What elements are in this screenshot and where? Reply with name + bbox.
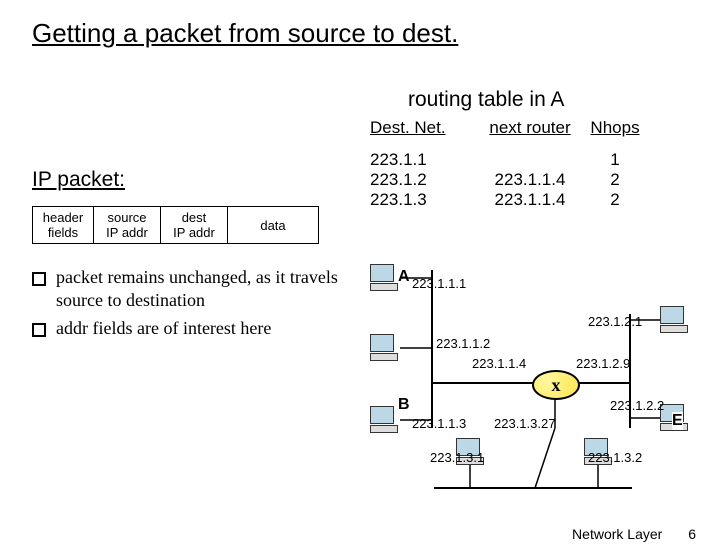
table-row: 223.1.2 223.1.1.4 2 [370,170,645,190]
routing-subtitle: routing table in A [408,88,564,112]
host-a-icon [370,264,400,292]
bullet-icon [32,272,46,286]
host-icon [370,406,400,434]
bullet-text: packet remains unchanged, as it travels … [56,266,352,311]
host-b-icon [370,334,400,362]
list-item: packet remains unchanged, as it travels … [32,266,352,311]
pkt-src-bot: IP addr [99,225,155,240]
page-title: Getting a packet from source to dest. [32,18,720,49]
pkt-src-top: source [99,210,155,225]
router-icon: x [532,370,580,400]
th-next: next router [475,118,585,138]
table-row: 223.1.3 223.1.1.4 2 [370,190,645,210]
label-a: A [398,268,410,286]
network-links [370,258,680,518]
pkt-header-top: header [38,210,88,225]
pkt-dst-bot: IP addr [166,225,222,240]
label-e: E [672,412,683,430]
routing-table: Dest. Net. next router Nhops 223.1.1 1 2… [370,118,645,210]
ip-113: 223.1.1.3 [412,416,466,431]
bullet-list: packet remains unchanged, as it travels … [32,266,352,340]
pkt-data: data [228,207,318,243]
router-mark: x [552,375,561,396]
ip-129: 223.1.2.9 [576,356,630,371]
ip-packet-label: IP packet: [32,168,352,192]
label-b: B [398,396,410,414]
th-dest: Dest. Net. [370,118,475,138]
list-item: addr fields are of interest here [32,317,352,340]
pkt-header-bot: fields [38,225,88,240]
ip-114: 223.1.1.4 [472,356,526,371]
ip-132: 223.1.3.2 [588,450,642,465]
packet-box: header fields source IP addr dest IP add… [32,206,319,244]
bullet-text: addr fields are of interest here [56,317,271,340]
th-nhops: Nhops [585,118,645,138]
pkt-dst-top: dest [166,210,222,225]
left-column: IP packet: header fields source IP addr … [32,168,352,346]
ip-122: 223.1.2.2 [610,398,664,413]
network-diagram: x A B E 223.1.1.1 223.1.1.2 223.1.1.3 22… [370,258,680,518]
table-row: 223.1.1 1 [370,150,645,170]
ip-112: 223.1.1.2 [436,336,490,351]
bullet-icon [32,323,46,337]
ip-a: 223.1.1.1 [412,276,466,291]
ip-1327: 223.1.3.27 [494,416,555,431]
ip-121: 223.1.2.1 [588,314,642,329]
ip-131: 223.1.3.1 [430,450,484,465]
host-icon [660,306,690,334]
